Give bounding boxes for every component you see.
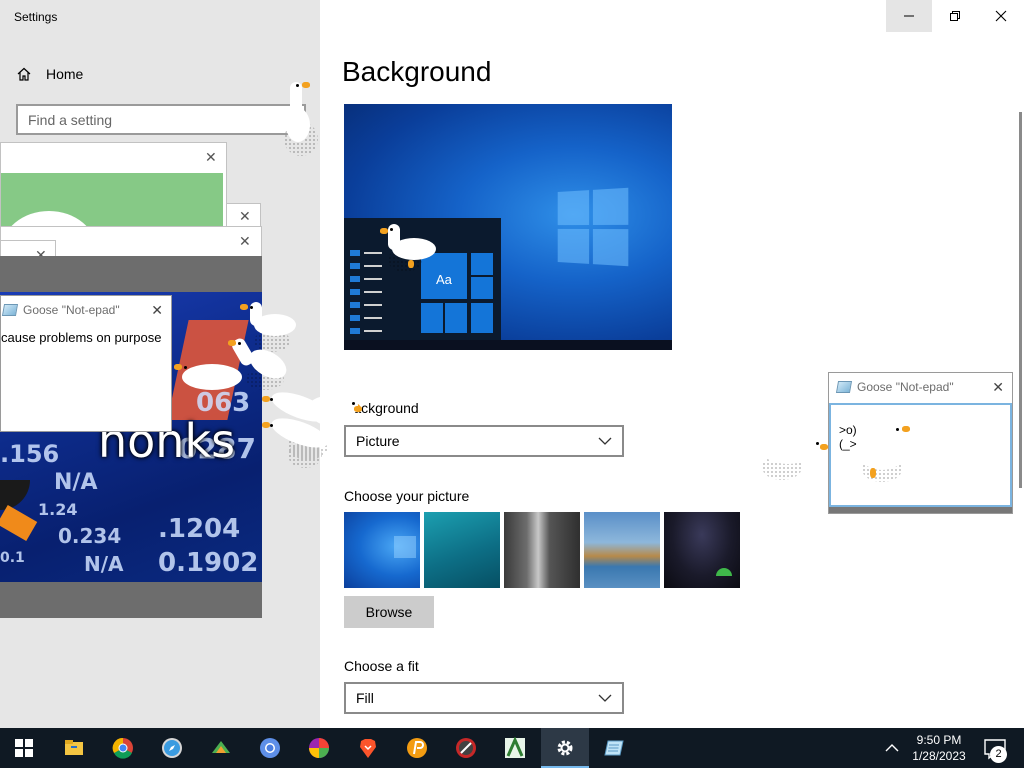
goose-notepad-left[interactable]: Goose "Not-epad" ✕ cause problems on pur… bbox=[0, 295, 172, 432]
game-app-icon bbox=[212, 741, 230, 753]
clock-time: 9:50 PM bbox=[916, 733, 962, 747]
picture-thumb-night-sky[interactable] bbox=[664, 512, 740, 588]
taskbar-file-explorer[interactable] bbox=[50, 728, 98, 768]
taskbar-chromium[interactable] bbox=[246, 728, 294, 768]
taskbar-chrome[interactable] bbox=[99, 728, 147, 768]
start-button[interactable] bbox=[0, 728, 48, 768]
windows-start-icon bbox=[15, 739, 33, 757]
notepad-title: Goose "Not-epad" bbox=[857, 380, 954, 394]
home-label: Home bbox=[46, 66, 84, 82]
chevron-down-icon bbox=[598, 437, 612, 445]
close-icon[interactable]: ✕ bbox=[239, 233, 251, 250]
chevron-down-icon bbox=[598, 694, 612, 702]
windows-logo-preview bbox=[557, 187, 629, 267]
fit-dropdown-value: Fill bbox=[356, 690, 374, 706]
minimize-icon bbox=[904, 15, 914, 17]
goose-icon bbox=[174, 360, 244, 400]
home-icon bbox=[17, 67, 31, 81]
picture-thumb-beach[interactable] bbox=[584, 512, 660, 588]
picture-thumb-waterfall[interactable] bbox=[504, 512, 580, 588]
media-player-icon bbox=[456, 738, 476, 758]
close-icon[interactable]: ✕ bbox=[239, 208, 251, 225]
picture-thumbnails bbox=[344, 512, 740, 588]
search-box[interactable] bbox=[16, 104, 306, 135]
taskbar: 9:50 PM 1/28/2023 2 bbox=[0, 728, 1024, 768]
goose-icon bbox=[758, 432, 828, 482]
clock-date: 1/28/2023 bbox=[912, 749, 966, 763]
background-dropdown[interactable]: Picture bbox=[344, 425, 624, 457]
choose-picture-label: Choose your picture bbox=[344, 488, 470, 504]
close-icon[interactable]: ✕ bbox=[992, 379, 1004, 396]
color-wheel-app-icon bbox=[309, 738, 329, 758]
restore-icon bbox=[950, 11, 960, 21]
chromium-icon bbox=[260, 738, 280, 758]
notepad-title: Goose "Not-epad" bbox=[23, 303, 120, 317]
browse-button[interactable]: Browse bbox=[344, 596, 434, 628]
vertical-scrollbar[interactable] bbox=[1019, 112, 1022, 488]
taskbar-media-player[interactable] bbox=[442, 728, 490, 768]
minimize-button[interactable] bbox=[886, 0, 932, 32]
restore-button[interactable] bbox=[932, 0, 978, 32]
notepad-titlebar: Goose "Not-epad" bbox=[829, 373, 1012, 401]
picture-thumb-windows[interactable] bbox=[344, 512, 420, 588]
taskbar-notepad[interactable] bbox=[590, 728, 638, 768]
notepad-text: cause problems on purpose bbox=[1, 330, 162, 345]
preview-tile-text: Aa bbox=[436, 272, 452, 287]
brave-icon bbox=[360, 739, 376, 758]
taskbar-safari[interactable] bbox=[148, 728, 196, 768]
file-explorer-icon bbox=[65, 740, 83, 755]
notepad-titlebar: Goose "Not-epad" bbox=[1, 296, 171, 324]
taskbar-brave[interactable] bbox=[344, 728, 392, 768]
taskbar-settings[interactable] bbox=[541, 728, 589, 768]
notepad-icon bbox=[604, 740, 624, 756]
green-a-app-icon bbox=[505, 737, 525, 758]
notepad-icon bbox=[835, 381, 853, 393]
close-icon bbox=[995, 10, 1007, 22]
search-input[interactable] bbox=[18, 106, 268, 133]
picture-thumb-underwater[interactable] bbox=[424, 512, 500, 588]
close-icon[interactable]: ✕ bbox=[151, 302, 163, 319]
caption-buttons bbox=[886, 0, 1024, 32]
page-title: Background bbox=[342, 56, 492, 87]
taskbar-clock[interactable]: 9:50 PM 1/28/2023 bbox=[906, 732, 972, 764]
window-title: Settings bbox=[14, 10, 58, 24]
settings-gear-icon bbox=[557, 740, 573, 756]
chevron-up-icon[interactable] bbox=[884, 740, 900, 756]
choose-fit-label: Choose a fit bbox=[344, 658, 419, 674]
home-nav-item[interactable]: Home bbox=[16, 62, 83, 86]
orange-p-app-icon bbox=[407, 738, 427, 758]
close-button[interactable] bbox=[978, 0, 1024, 32]
notification-count-badge: 2 bbox=[990, 746, 1007, 763]
notepad-icon bbox=[1, 304, 19, 316]
goose-icon bbox=[280, 78, 320, 158]
taskbar-game-app[interactable] bbox=[197, 728, 245, 768]
goose-icon bbox=[310, 396, 370, 436]
taskbar-orange-p-app[interactable] bbox=[393, 728, 441, 768]
taskbar-color-wheel-app[interactable] bbox=[295, 728, 343, 768]
safari-icon bbox=[162, 738, 182, 758]
chrome-icon bbox=[112, 737, 133, 759]
goose-icon bbox=[856, 420, 916, 484]
fit-dropdown[interactable]: Fill bbox=[344, 682, 624, 714]
taskbar-green-a-app[interactable] bbox=[491, 728, 539, 768]
close-icon[interactable]: ✕ bbox=[205, 149, 217, 166]
goose-icon bbox=[378, 222, 438, 272]
